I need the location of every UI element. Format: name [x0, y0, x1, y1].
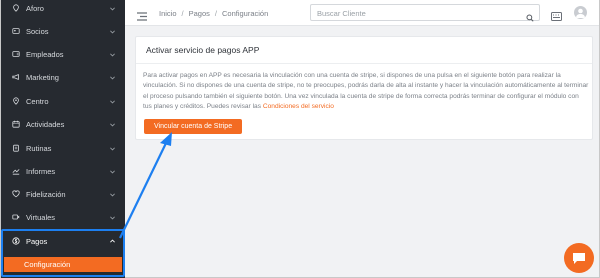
sidebar-item-label: Aforo — [26, 3, 44, 13]
pin-icon — [12, 4, 20, 12]
id-card-icon — [12, 27, 20, 35]
terms-of-service-link[interactable]: Condiciones del servicio — [263, 103, 334, 110]
chevron-down-icon — [109, 5, 116, 12]
breadcrumb-item[interactable]: Inicio — [159, 9, 177, 18]
sidebar-item-label: Informes — [26, 166, 56, 176]
clipboard-icon — [12, 144, 20, 152]
payments-setup-card: Activar servicio de pagos APP Para activ… — [135, 36, 593, 140]
card-description-text: Para activar pagos en APP es necesaria l… — [143, 72, 589, 110]
chevron-down-icon — [109, 145, 116, 152]
megaphone-icon — [12, 73, 20, 81]
sidebar-item-actividades[interactable]: Actividades — [1, 115, 125, 133]
sidebar-item-label: Socios — [26, 26, 49, 36]
sidebar-item-label: Actividades — [26, 119, 65, 129]
sidebar-item-centro[interactable]: Centro — [1, 92, 125, 110]
sidebar-item-label: Empleados — [26, 49, 64, 59]
avatar[interactable] — [574, 6, 587, 19]
chevron-down-icon — [109, 74, 116, 81]
chart-icon — [12, 167, 20, 175]
sidebar-item-label: Virtuales — [26, 212, 56, 222]
annotation-highlight-box — [1, 229, 125, 277]
chat-launcher-button[interactable] — [564, 243, 594, 273]
card-description: Para activar pagos en APP es necesaria l… — [143, 71, 589, 112]
topbar: Inicio / Pagos / Configuración — [125, 0, 599, 26]
sidebar-item-empleados[interactable]: Empleados — [1, 45, 125, 63]
search-input[interactable] — [317, 8, 517, 18]
breadcrumb-item[interactable]: Pagos — [189, 9, 210, 18]
calendar-icon — [12, 120, 20, 128]
sidebar-item-rutinas[interactable]: Rutinas — [1, 139, 125, 157]
sidebar-item-fidelizacion[interactable]: Fidelización — [1, 185, 125, 203]
sidebar-item-marketing[interactable]: Marketing — [1, 68, 125, 86]
sidebar-item-label: Marketing — [26, 72, 59, 82]
sidebar-item-informes[interactable]: Informes — [1, 162, 125, 180]
breadcrumb-separator: / — [214, 9, 217, 18]
search-icon[interactable] — [526, 9, 534, 22]
search-box — [310, 4, 540, 22]
chevron-down-icon — [109, 98, 116, 105]
link-stripe-button[interactable]: Vincular cuenta de Stripe — [144, 119, 243, 134]
menu-toggle-icon[interactable] — [137, 8, 147, 21]
sidebar-item-label: Centro — [26, 96, 49, 106]
sidebar-item-label: Fidelización — [26, 189, 66, 199]
video-icon — [12, 213, 20, 221]
sidebar-item-aforo[interactable]: Aforo — [1, 0, 125, 17]
location-icon — [12, 97, 20, 105]
id-badge-icon — [12, 50, 20, 58]
chevron-down-icon — [109, 51, 116, 58]
card-title: Activar servicio de pagos APP — [146, 45, 260, 55]
sidebar-item-virtuales[interactable]: Virtuales — [1, 208, 125, 226]
breadcrumb-item-current: Configuración — [221, 9, 269, 18]
heart-icon — [12, 190, 20, 198]
chevron-down-icon — [109, 191, 116, 198]
breadcrumb: Inicio / Pagos / Configuración — [159, 9, 268, 18]
chat-icon — [573, 253, 585, 264]
sidebar-item-label: Rutinas — [26, 143, 52, 153]
keyboard-icon[interactable] — [551, 8, 562, 21]
breadcrumb-separator: / — [181, 9, 184, 18]
sidebar-item-socios[interactable]: Socios — [1, 22, 125, 40]
chevron-down-icon — [109, 121, 116, 128]
card-divider — [136, 63, 592, 64]
chevron-down-icon — [109, 28, 116, 35]
chevron-down-icon — [109, 168, 116, 175]
chevron-down-icon — [109, 214, 116, 221]
